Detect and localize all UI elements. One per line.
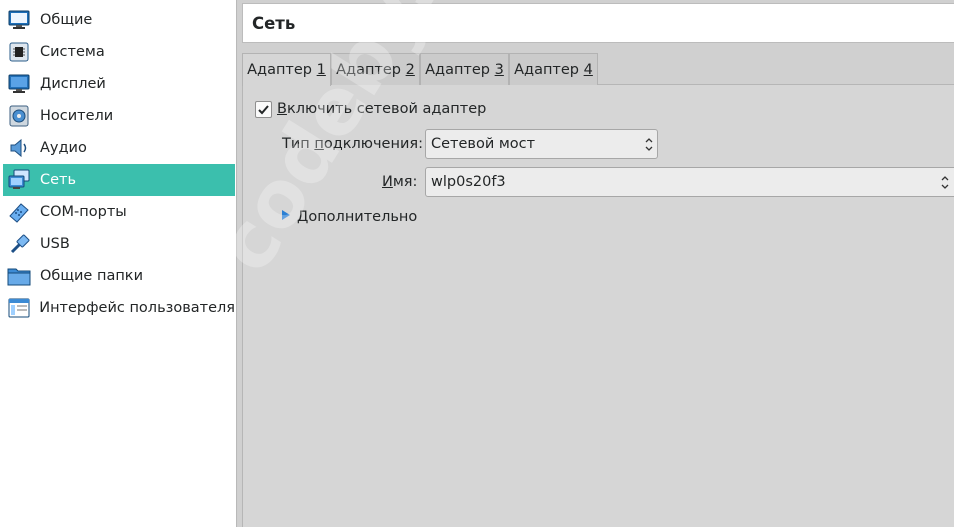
expand-arrow-icon[interactable] xyxy=(281,209,291,225)
sidebar-item-shared-folders[interactable]: Общие папки xyxy=(3,260,235,292)
attachment-type-value: Сетевой мост xyxy=(431,136,536,152)
storage-disk-icon xyxy=(7,104,31,128)
sidebar-item-label: USB xyxy=(40,236,70,252)
enable-adapter-text: ключить сетевой адаптер xyxy=(286,101,487,117)
tab-adapter-4[interactable]: Адаптер 4 xyxy=(509,53,598,85)
adapter-name-value: wlp0s20f3 xyxy=(431,174,506,190)
sidebar-item-system[interactable]: Система xyxy=(3,36,235,68)
sidebar-item-usb[interactable]: USB xyxy=(3,228,235,260)
tab-label-prefix: Адаптер xyxy=(514,61,584,78)
audio-speaker-icon xyxy=(7,136,31,160)
attachment-type-label: Тип подключения: xyxy=(282,136,423,152)
display-monitor-icon xyxy=(7,72,31,96)
tab-adapter-2[interactable]: Адаптер 2 xyxy=(331,53,420,85)
updown-arrows-icon xyxy=(941,175,949,190)
attachment-type-label-mnemonic: п xyxy=(314,136,324,152)
sidebar-item-general[interactable]: Общие xyxy=(3,4,235,36)
enable-adapter-row[interactable]: Включить сетевой адаптер xyxy=(255,99,486,119)
serial-port-icon xyxy=(7,200,31,224)
sidebar-item-user-interface[interactable]: Интерфейс пользователя xyxy=(3,292,235,324)
usb-icon xyxy=(7,232,31,256)
settings-window: Общие Система Дисплей Носители Аудио Сет… xyxy=(0,0,954,527)
advanced-label: Дополнительно xyxy=(297,209,417,225)
tab-label-mnemonic: 2 xyxy=(405,61,415,78)
sidebar-item-label: Интерфейс пользователя xyxy=(39,300,235,316)
adapter-name-label-mnemonic: И xyxy=(382,174,393,190)
advanced-label-rest: ополнительно xyxy=(308,209,418,225)
attachment-type-label-prefix: Тип xyxy=(282,136,315,152)
adapter-name-select[interactable]: wlp0s20f3 xyxy=(425,167,954,197)
page-title: Сеть xyxy=(252,13,296,33)
tab-adapter-1[interactable]: Адаптер 1 xyxy=(242,53,331,86)
updown-arrows-icon xyxy=(645,137,653,152)
attachment-type-label-rest: одключения: xyxy=(323,136,423,152)
tab-label-prefix: Адаптер xyxy=(247,62,317,78)
sidebar-item-label: Дисплей xyxy=(40,76,106,92)
user-interface-icon xyxy=(7,296,30,320)
adapter-name-label: Имя: xyxy=(382,174,417,190)
shared-folder-icon xyxy=(7,264,31,288)
enable-adapter-checkbox[interactable] xyxy=(255,100,272,118)
tab-label-mnemonic: 3 xyxy=(494,61,504,78)
sidebar-item-storage[interactable]: Носители xyxy=(3,100,235,132)
sidebar-item-label: Общие xyxy=(40,12,93,28)
tab-label-prefix: Адаптер xyxy=(425,61,495,78)
sidebar-item-label: COM-порты xyxy=(40,204,127,220)
attachment-type-select[interactable]: Сетевой мост xyxy=(425,129,658,159)
checkmark-icon xyxy=(258,104,269,114)
advanced-expander[interactable]: Дополнительно xyxy=(281,207,417,227)
sidebar-item-label: Общие папки xyxy=(40,268,143,284)
system-chip-icon xyxy=(7,40,31,64)
settings-sidebar: Общие Система Дисплей Носители Аудио Сет… xyxy=(0,0,237,527)
sidebar-item-display[interactable]: Дисплей xyxy=(3,68,235,100)
sidebar-item-label: Система xyxy=(40,44,105,60)
adapter-name-label-rest: мя: xyxy=(392,174,418,190)
sidebar-item-network[interactable]: Сеть xyxy=(3,164,235,196)
tab-adapter-3[interactable]: Адаптер 3 xyxy=(420,53,509,85)
tab-label-prefix: Адаптер xyxy=(336,61,406,78)
page-title-bar: Сеть xyxy=(242,3,954,43)
sidebar-item-label: Носители xyxy=(40,108,114,124)
general-icon xyxy=(7,8,31,32)
network-icon xyxy=(7,168,31,192)
sidebar-item-audio[interactable]: Аудио xyxy=(3,132,235,164)
enable-adapter-label: Включить сетевой адаптер xyxy=(277,101,486,117)
enable-adapter-mnemonic: В xyxy=(277,101,287,117)
sidebar-item-com-ports[interactable]: COM-порты xyxy=(3,196,235,228)
advanced-label-mnemonic: Д xyxy=(297,209,309,225)
tab-label-mnemonic: 1 xyxy=(316,62,326,78)
tab-label-mnemonic: 4 xyxy=(583,61,593,78)
sidebar-item-label: Аудио xyxy=(40,140,87,156)
sidebar-item-label: Сеть xyxy=(40,172,77,188)
